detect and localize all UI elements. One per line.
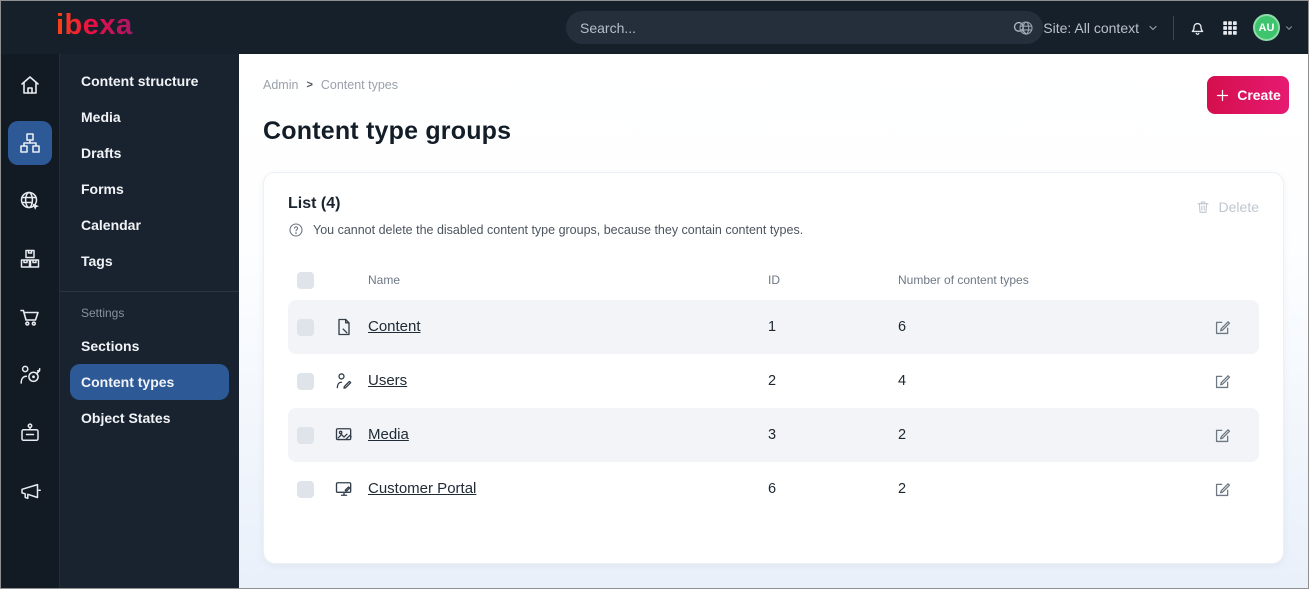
group-count: 2 (898, 481, 907, 497)
ibexa-logo[interactable]: ibexa (56, 9, 133, 42)
customer-portal-monitor-icon (334, 479, 368, 499)
edit-button[interactable] (1213, 480, 1257, 499)
group-link[interactable]: Media (368, 426, 409, 443)
list-note: You cannot delete the disabled content t… (288, 222, 803, 238)
edit-button[interactable] (1213, 372, 1257, 391)
sidebar-item-tags[interactable]: Tags (70, 243, 229, 279)
column-header-id: ID (768, 273, 780, 287)
site-context-label: Site: All context (1043, 19, 1139, 36)
edit-button[interactable] (1213, 426, 1257, 445)
rail-item-content[interactable] (1, 114, 59, 172)
search-input[interactable] (580, 19, 1011, 36)
notifications-bell-icon[interactable] (1188, 18, 1207, 37)
topbar: ibexa Site: All context (1, 1, 1308, 54)
table-header-row: Name ID Number of content types (288, 260, 1259, 300)
trash-icon (1195, 199, 1211, 215)
sidebar-item-object-states[interactable]: Object States (70, 400, 229, 436)
delete-button[interactable]: Delete (1195, 199, 1259, 215)
group-count: 6 (898, 319, 907, 335)
sidebar-menu: Content structure Media Drafts Forms Cal… (59, 54, 239, 588)
list-note-text: You cannot delete the disabled content t… (313, 223, 804, 237)
content-type-groups-table: Name ID Number of content types Content … (288, 260, 1259, 516)
chevron-down-icon (1147, 22, 1159, 34)
sidebar-item-media[interactable]: Media (70, 99, 229, 135)
list-title: List (4) (288, 195, 341, 212)
app-window: ibexa Site: All context (0, 0, 1309, 589)
group-id: 6 (768, 481, 777, 497)
rail-item-commerce[interactable] (1, 288, 59, 346)
settings-section-heading: Settings (81, 306, 125, 320)
megaphone-icon (18, 479, 42, 503)
rail-item-products[interactable] (1, 230, 59, 288)
rail-item-site[interactable] (1, 172, 59, 230)
table-row: Media 3 2 (288, 408, 1259, 462)
topbar-divider (1173, 15, 1174, 40)
group-count: 2 (898, 427, 907, 443)
breadcrumb-separator: > (306, 79, 313, 91)
column-header-count: Number of content types (898, 273, 1029, 287)
cart-icon (18, 305, 42, 329)
select-all-checkbox[interactable] (297, 271, 314, 289)
site-context-selector[interactable]: Site: All context (1017, 19, 1159, 37)
table-row: Users 2 4 (288, 354, 1259, 408)
table-row: Content 1 6 (288, 300, 1259, 354)
group-id: 1 (768, 319, 777, 335)
sidebar-item-drafts[interactable]: Drafts (70, 135, 229, 171)
breadcrumb-admin[interactable]: Admin (263, 78, 298, 92)
breadcrumb: Admin > Content types (263, 78, 1282, 92)
admin-briefcase-icon (18, 421, 42, 445)
row-checkbox[interactable] (297, 372, 314, 390)
user-menu[interactable]: AU (1253, 14, 1294, 41)
group-count: 4 (898, 373, 907, 389)
row-checkbox[interactable] (297, 480, 314, 498)
help-question-icon (288, 222, 304, 238)
row-checkbox[interactable] (297, 426, 314, 444)
audience-target-icon (18, 363, 42, 387)
breadcrumb-content-types: Content types (320, 78, 399, 92)
group-link[interactable]: Users (368, 372, 407, 389)
topbar-right-cluster: Site: All context AU (1017, 1, 1294, 54)
group-id: 3 (768, 427, 777, 443)
page-title: Content type groups (263, 117, 512, 145)
content-type-groups-card: List (4) You cannot delete the disabled … (263, 172, 1284, 564)
sidebar-item-content-structure[interactable]: Content structure (70, 63, 229, 99)
rail-item-admin[interactable] (1, 404, 59, 462)
avatar[interactable]: AU (1253, 14, 1280, 41)
home-icon (18, 73, 42, 97)
sidebar-item-calendar[interactable]: Calendar (70, 207, 229, 243)
site-globe-icon (18, 189, 42, 213)
content-structure-icon (18, 131, 42, 155)
users-person-icon (334, 371, 368, 391)
rail-item-dashboard[interactable] (1, 56, 59, 114)
globe-icon (1017, 19, 1035, 37)
sidebar-item-forms[interactable]: Forms (70, 171, 229, 207)
column-header-name: Name (368, 273, 401, 287)
rail-item-customers[interactable] (1, 346, 59, 404)
content-file-icon (334, 317, 368, 337)
main-content: Admin > Content types Create Content typ… (239, 54, 1308, 588)
sidebar-icon-rail (1, 54, 59, 588)
sidebar-item-sections[interactable]: Sections (70, 328, 229, 364)
media-image-icon (334, 425, 368, 445)
table-row: Customer Portal 6 2 (288, 462, 1259, 516)
menu-divider (60, 291, 239, 292)
global-search[interactable] (566, 11, 1043, 44)
group-id: 2 (768, 373, 777, 389)
product-boxes-icon (18, 247, 42, 271)
group-link[interactable]: Customer Portal (368, 480, 476, 497)
app-grid-icon[interactable] (1221, 19, 1239, 37)
edit-button[interactable] (1213, 318, 1257, 337)
row-checkbox[interactable] (297, 318, 314, 336)
create-button[interactable]: Create (1207, 76, 1289, 114)
chevron-down-icon (1284, 23, 1294, 33)
sidebar-item-content-types[interactable]: Content types (70, 364, 229, 400)
rail-item-marketing[interactable] (1, 462, 59, 520)
plus-icon (1215, 88, 1230, 103)
group-link[interactable]: Content (368, 318, 421, 335)
